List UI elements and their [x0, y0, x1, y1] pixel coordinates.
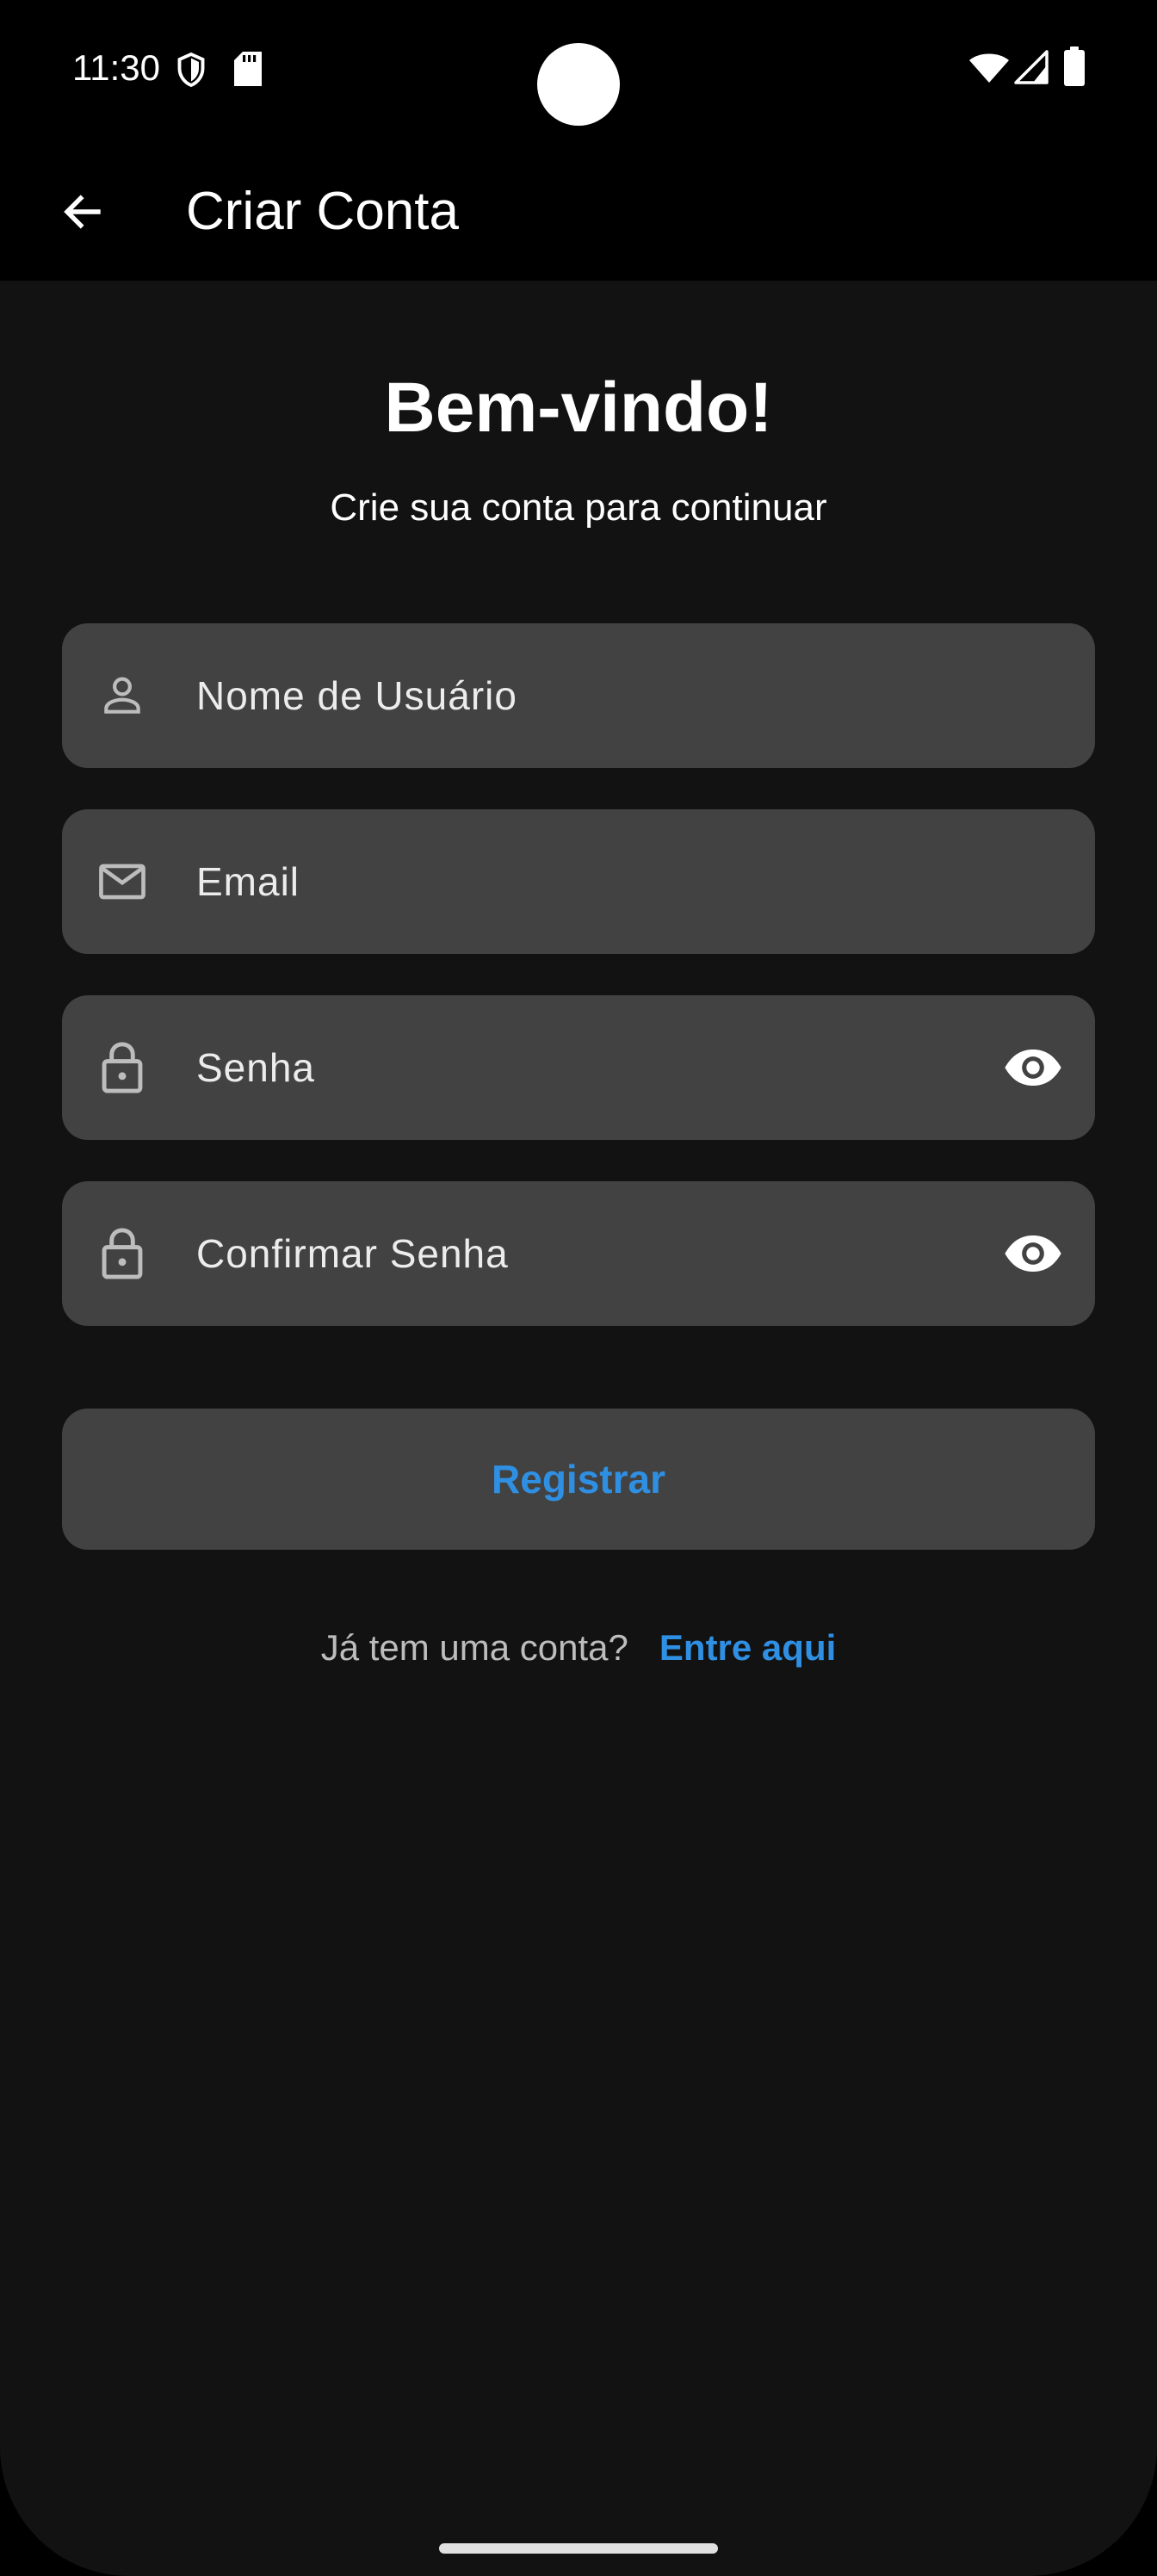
back-button[interactable] — [40, 169, 126, 255]
person-icon — [93, 666, 152, 725]
username-label: Nome de Usuário — [196, 673, 517, 718]
sd-card-icon — [234, 52, 262, 86]
login-question: Já tem uma conta? — [320, 1627, 628, 1668]
front-camera — [537, 43, 620, 126]
arrow-left-icon — [64, 195, 101, 229]
confirm-password-field[interactable]: Confirmar Senha — [62, 1181, 1095, 1326]
eye-icon[interactable] — [1002, 1037, 1064, 1099]
shield-icon — [177, 52, 205, 88]
password-label: Senha — [196, 1045, 316, 1090]
signal-icon — [1014, 50, 1049, 84]
app-bar: Criar Conta — [0, 146, 1157, 281]
welcome-heading: Bem-vindo! — [384, 368, 773, 447]
confirm-password-label: Confirmar Senha — [196, 1231, 509, 1276]
device-screen: 11:30 Criar Conta Bem-vindo! Crie sua co… — [0, 0, 1157, 2576]
username-field[interactable]: Nome de Usuário — [62, 623, 1095, 768]
wifi-icon — [969, 53, 1009, 83]
email-label: Email — [196, 859, 300, 904]
status-time: 11:30 — [72, 47, 160, 88]
home-indicator[interactable] — [439, 2543, 718, 2554]
lock-icon — [93, 1224, 152, 1283]
login-prompt: Já tem uma conta? Entre aqui — [0, 1627, 1157, 1669]
lock-icon — [93, 1038, 152, 1097]
status-bar: 11:30 — [0, 0, 1157, 146]
email-field[interactable]: Email — [62, 809, 1095, 954]
password-field[interactable]: Senha — [62, 995, 1095, 1140]
eye-icon[interactable] — [1002, 1223, 1064, 1285]
battery-icon — [1064, 46, 1085, 86]
mail-icon — [93, 852, 152, 911]
register-button[interactable]: Registrar — [62, 1409, 1095, 1550]
page-title: Criar Conta — [186, 182, 459, 241]
welcome-subtitle: Crie sua conta para continuar — [330, 486, 827, 529]
login-link[interactable]: Entre aqui — [659, 1627, 836, 1669]
